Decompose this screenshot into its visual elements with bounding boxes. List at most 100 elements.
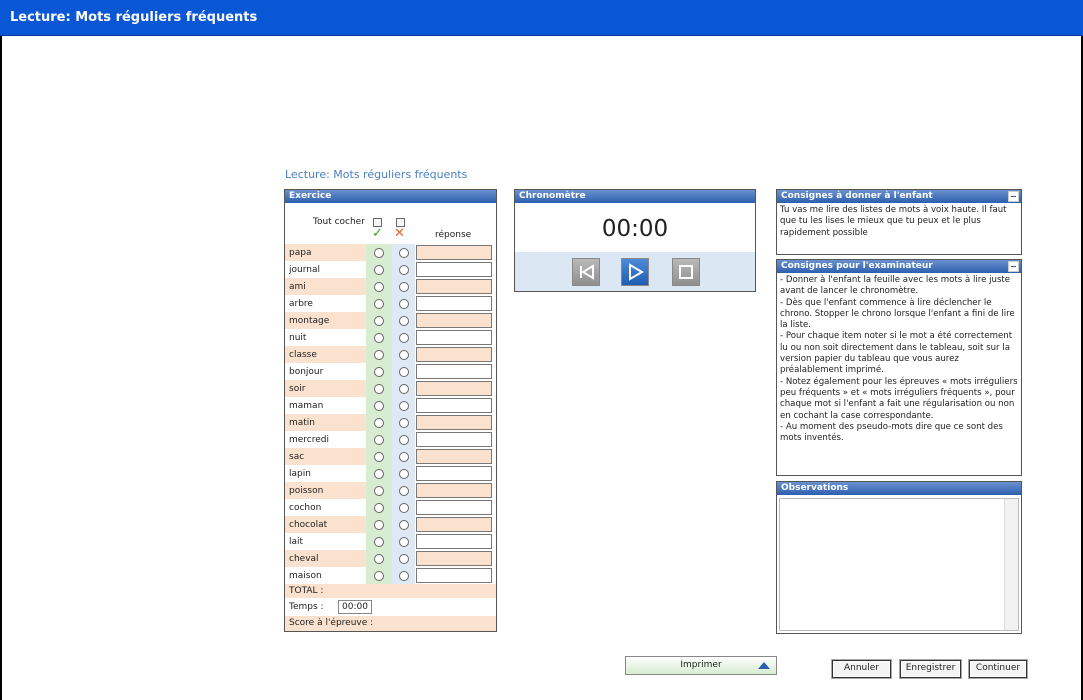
consignes-enfant-panel: Consignes à donner à l'enfant Tu vas me … (776, 189, 1022, 255)
collapse-exam-icon[interactable] (1008, 261, 1019, 272)
correct-radio[interactable] (374, 367, 384, 377)
play-button[interactable] (621, 258, 649, 286)
reponse-input[interactable] (416, 347, 492, 362)
correct-radio[interactable] (374, 452, 384, 462)
wrong-radio[interactable] (399, 350, 409, 360)
correct-radio[interactable] (374, 469, 384, 479)
wrong-cell (392, 397, 415, 414)
collapse-enfant-icon[interactable] (1008, 191, 1019, 202)
reponse-input[interactable] (416, 415, 492, 430)
title-bar: Lecture: Mots réguliers fréquents (0, 0, 1083, 36)
wrong-radio[interactable] (399, 554, 409, 564)
correct-radio[interactable] (374, 418, 384, 428)
wrong-cell (392, 550, 415, 567)
consignes-enfant-text: Tu vas me lire des listes de mots à voix… (780, 205, 1007, 238)
correct-radio[interactable] (374, 520, 384, 530)
wrong-radio[interactable] (399, 486, 409, 496)
continuer-button[interactable]: Continuer (969, 660, 1027, 678)
reponse-input[interactable] (416, 500, 492, 515)
wrong-radio[interactable] (399, 333, 409, 343)
reponse-input[interactable] (416, 330, 492, 345)
observations-textarea[interactable] (779, 498, 1019, 631)
wrong-cell (392, 567, 415, 584)
table-row: lait (285, 533, 496, 550)
observations-scrollbar[interactable] (1004, 499, 1018, 630)
table-row: mercredi (285, 431, 496, 448)
arrow-up-icon (758, 662, 770, 669)
reponse-input[interactable] (416, 432, 492, 447)
exercise-panel: Exercice Tout cocher ✓ ✕ réponse papa jou… (284, 189, 497, 632)
table-row: maman (285, 397, 496, 414)
correct-radio[interactable] (374, 571, 384, 581)
wrong-radio[interactable] (399, 520, 409, 530)
wrong-radio[interactable] (399, 367, 409, 377)
correct-radio[interactable] (374, 503, 384, 513)
reponse-input[interactable] (416, 313, 492, 328)
wrong-radio[interactable] (399, 452, 409, 462)
wrong-radio[interactable] (399, 435, 409, 445)
correct-radio[interactable] (374, 554, 384, 564)
correct-radio[interactable] (374, 299, 384, 309)
word-label: mercredi (289, 435, 330, 445)
consignes-exam-line: - Notez également pour les épreuves « mo… (780, 376, 1018, 421)
correct-radio[interactable] (374, 401, 384, 411)
wrong-cell (392, 448, 415, 465)
wrong-radio[interactable] (399, 571, 409, 581)
table-row: arbre (285, 295, 496, 312)
wrong-radio[interactable] (399, 384, 409, 394)
word-label: cochon (289, 503, 322, 513)
correct-cell (366, 261, 392, 278)
wrong-radio[interactable] (399, 503, 409, 513)
word-label: maison (289, 571, 322, 581)
correct-cell (366, 414, 392, 431)
wrong-cell (392, 516, 415, 533)
reponse-input[interactable] (416, 517, 492, 532)
wrong-radio[interactable] (399, 265, 409, 275)
wrong-radio[interactable] (399, 316, 409, 326)
correct-cell (366, 346, 392, 363)
wrong-cell (392, 329, 415, 346)
wrong-radio[interactable] (399, 248, 409, 258)
reponse-input[interactable] (416, 364, 492, 379)
reponse-input[interactable] (416, 262, 492, 277)
reponse-input[interactable] (416, 551, 492, 566)
correct-radio[interactable] (374, 435, 384, 445)
print-button[interactable]: Imprimer (625, 656, 777, 675)
word-label: maman (289, 401, 324, 411)
reponse-input[interactable] (416, 466, 492, 481)
wrong-radio[interactable] (399, 401, 409, 411)
reponse-input[interactable] (416, 245, 492, 260)
annuler-button[interactable]: Annuler (832, 660, 891, 678)
reset-button[interactable] (572, 258, 600, 286)
table-row: classe (285, 346, 496, 363)
reponse-input[interactable] (416, 449, 492, 464)
wrong-radio[interactable] (399, 299, 409, 309)
reponse-input[interactable] (416, 568, 492, 583)
correct-radio[interactable] (374, 384, 384, 394)
word-label: matin (285, 414, 366, 431)
correct-cell (366, 380, 392, 397)
correct-radio[interactable] (374, 248, 384, 258)
correct-cell (366, 533, 392, 550)
wrong-radio[interactable] (399, 469, 409, 479)
reponse-input[interactable] (416, 534, 492, 549)
enregistrer-button[interactable]: Enregistrer (900, 660, 961, 678)
correct-radio[interactable] (374, 486, 384, 496)
chrono-panel: Chronomètre 00:00 (514, 189, 756, 292)
correct-radio[interactable] (374, 282, 384, 292)
table-row: lapin (285, 465, 496, 482)
correct-radio[interactable] (374, 265, 384, 275)
reponse-input[interactable] (416, 279, 492, 294)
correct-radio[interactable] (374, 350, 384, 360)
reponse-input[interactable] (416, 483, 492, 498)
reponse-input[interactable] (416, 398, 492, 413)
correct-radio[interactable] (374, 333, 384, 343)
reponse-input[interactable] (416, 296, 492, 311)
stop-button[interactable] (672, 258, 700, 286)
reponse-input[interactable] (416, 381, 492, 396)
wrong-radio[interactable] (399, 537, 409, 547)
wrong-radio[interactable] (399, 418, 409, 428)
correct-radio[interactable] (374, 316, 384, 326)
correct-radio[interactable] (374, 537, 384, 547)
wrong-radio[interactable] (399, 282, 409, 292)
